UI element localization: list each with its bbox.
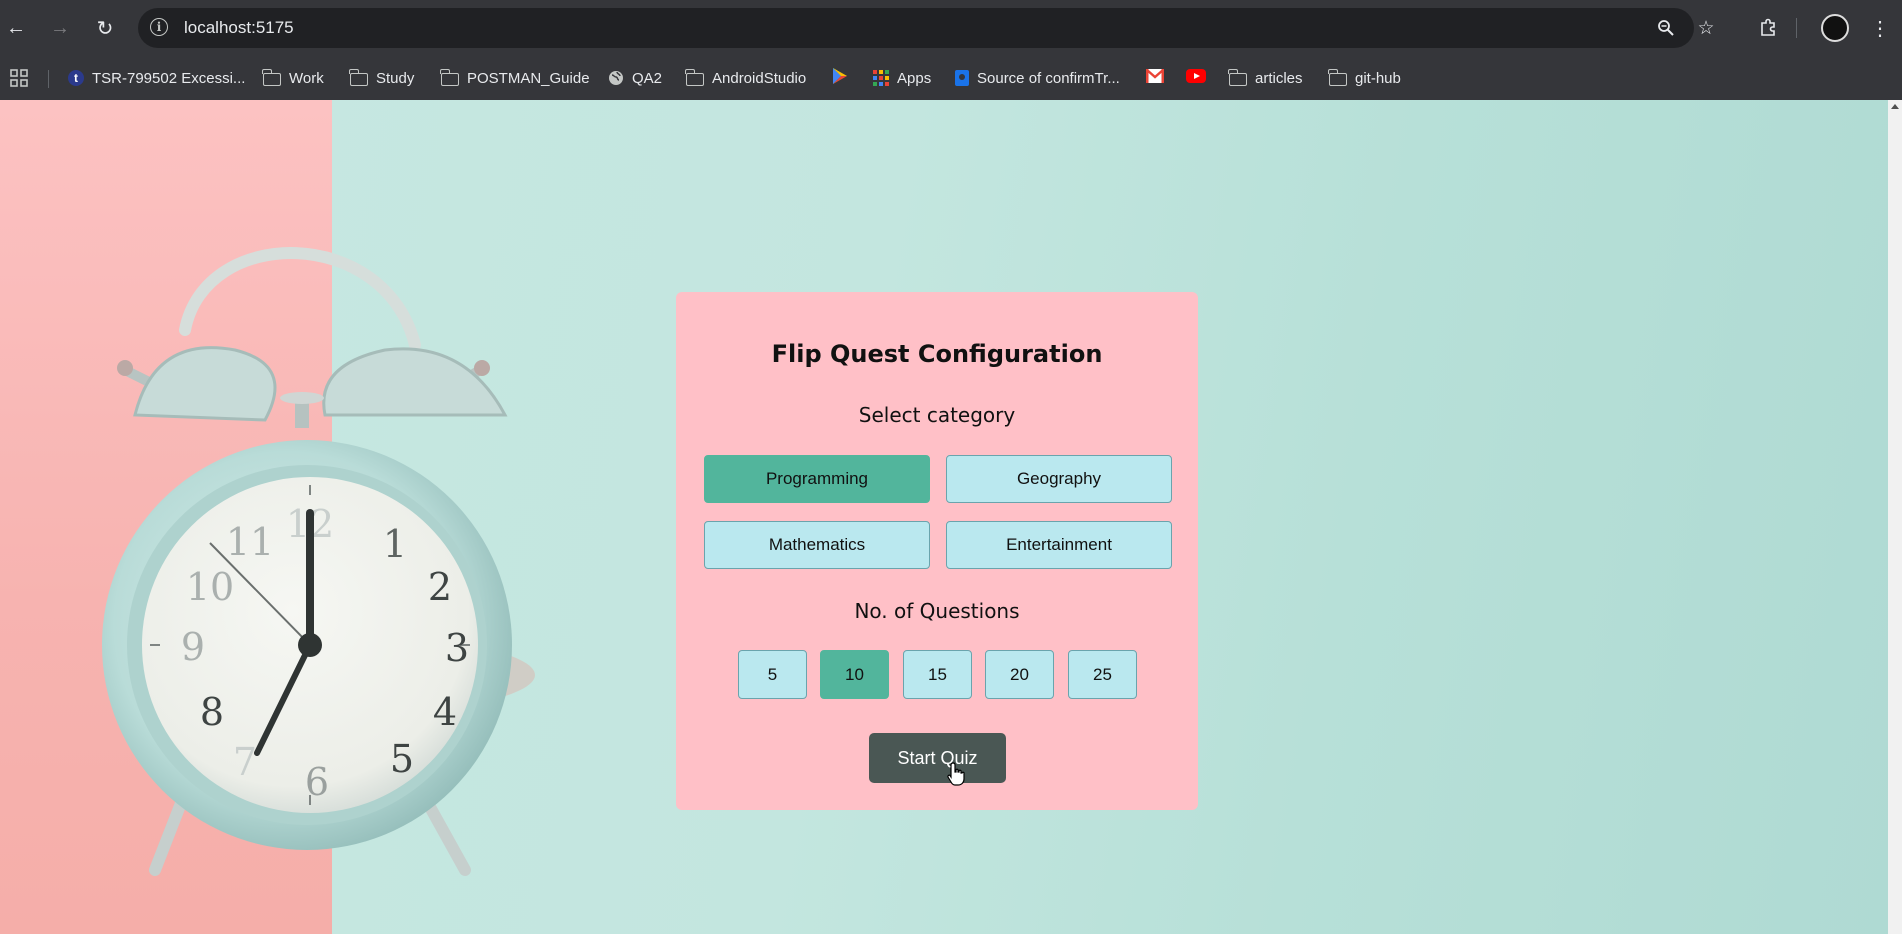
globe-icon <box>608 70 624 86</box>
bookmark-work[interactable]: Work <box>262 66 324 90</box>
back-icon[interactable]: ← <box>0 12 32 44</box>
toolbar-divider <box>1796 18 1797 38</box>
profile-avatar[interactable] <box>1821 14 1849 42</box>
bookmark-postman-guide[interactable]: POSTMAN_Guide <box>440 66 590 90</box>
page-scrollbar[interactable] <box>1888 100 1902 934</box>
play-store-icon <box>832 67 848 89</box>
quiz-config-card: Flip Quest Configuration Select category… <box>676 292 1198 810</box>
folder-icon <box>440 69 459 86</box>
menu-kebab-icon[interactable]: ⋮ <box>1864 12 1896 44</box>
address-bar[interactable]: i localhost:5175 ☆ <box>138 8 1715 48</box>
bookmark-label: articles <box>1255 69 1303 87</box>
bookmark-apps[interactable]: Apps <box>873 66 931 90</box>
bookmark-study[interactable]: Study <box>349 66 415 90</box>
hand-cursor-icon <box>947 762 965 786</box>
bookmark-play-store[interactable] <box>832 66 856 90</box>
browser-toolbar: ← → ↻ i localhost:5175 ☆ ⋮ <box>0 0 1902 56</box>
url-text[interactable]: localhost:5175 <box>184 18 294 38</box>
bookmark-label: git-hub <box>1355 69 1401 87</box>
bookmark-label: Source of confirmTr... <box>977 69 1120 87</box>
tumblr-icon: t <box>68 70 84 86</box>
question-count-10-button[interactable]: 10 <box>820 650 889 699</box>
folder-icon <box>262 69 281 86</box>
bookmark-label: AndroidStudio <box>712 69 807 87</box>
question-count-5-button[interactable]: 5 <box>738 650 807 699</box>
folder-icon <box>1328 69 1347 86</box>
bookmark-label: Apps <box>897 69 932 87</box>
bookmark-source-of-confirm[interactable]: Source of confirmTr... <box>955 66 1120 90</box>
question-count-25-button[interactable]: 25 <box>1068 650 1137 699</box>
card-title: Flip Quest Configuration <box>771 340 1103 368</box>
svg-text:2: 2 <box>428 565 452 609</box>
zoom-icon[interactable] <box>1654 16 1678 40</box>
bookmark-label: POSTMAN_Guide <box>467 69 590 87</box>
extensions-icon[interactable] <box>1753 12 1785 44</box>
question-count-20-button[interactable]: 20 <box>985 650 1054 699</box>
gmail-icon <box>1146 69 1164 87</box>
questions-heading: No. of Questions <box>854 599 1020 623</box>
svg-text:7: 7 <box>233 740 257 784</box>
site-info-icon[interactable]: i <box>150 18 168 36</box>
bookmarks-bar: t TSR-799502 Excessi... Work Study POSTM… <box>0 56 1902 101</box>
folder-icon <box>349 69 368 86</box>
bookmark-git-hub[interactable]: git-hub <box>1328 66 1401 90</box>
bookmark-label: TSR-799502 Excessi... <box>92 69 246 87</box>
question-count-15-button[interactable]: 15 <box>903 650 972 699</box>
start-quiz-button[interactable]: Start Quiz <box>869 733 1006 783</box>
category-mathematics-button[interactable]: Mathematics <box>704 521 930 569</box>
category-programming-button[interactable]: Programming <box>704 455 930 503</box>
bookmark-divider <box>48 70 49 88</box>
svg-text:8: 8 <box>200 690 224 734</box>
svg-text:5: 5 <box>390 737 414 781</box>
svg-text:9: 9 <box>181 625 205 669</box>
svg-text:3: 3 <box>445 626 469 670</box>
svg-text:6: 6 <box>305 760 329 804</box>
folder-icon <box>1228 69 1247 86</box>
category-geography-button[interactable]: Geography <box>946 455 1172 503</box>
apps-grid-icon <box>873 70 889 86</box>
bookmark-tsr[interactable]: t TSR-799502 Excessi... <box>68 66 245 90</box>
bookmark-star-icon[interactable]: ☆ <box>1694 16 1718 40</box>
youtube-icon <box>1186 69 1206 87</box>
bookmark-qa2[interactable]: QA2 <box>608 66 662 90</box>
alarm-clock-illustration: 12 1 2 3 4 5 6 7 8 9 10 11 <box>102 247 535 876</box>
bookmark-youtube[interactable] <box>1186 66 1214 90</box>
bookmark-label: QA2 <box>632 69 663 87</box>
svg-text:11: 11 <box>226 520 274 564</box>
bookmark-label: Study <box>376 69 415 87</box>
bookmark-articles[interactable]: articles <box>1228 66 1303 90</box>
forward-icon[interactable]: → <box>44 12 76 44</box>
bookmark-gmail[interactable] <box>1146 66 1172 90</box>
svg-text:4: 4 <box>433 690 457 734</box>
category-heading: Select category <box>858 403 1016 427</box>
page-background: 12 1 2 3 4 5 6 7 8 9 10 11 Flip Quest Co… <box>0 100 1888 934</box>
scroll-up-arrow-icon[interactable] <box>1891 104 1899 109</box>
svg-text:10: 10 <box>186 565 234 609</box>
folder-icon <box>685 69 704 86</box>
svg-text:1: 1 <box>383 522 407 566</box>
reload-icon[interactable]: ↻ <box>89 12 121 44</box>
bookmark-site-icon <box>955 70 969 86</box>
bookmark-androidstudio[interactable]: AndroidStudio <box>685 66 807 90</box>
apps-launcher-icon[interactable] <box>10 66 28 90</box>
category-entertainment-button[interactable]: Entertainment <box>946 521 1172 569</box>
bookmark-label: Work <box>289 69 324 87</box>
